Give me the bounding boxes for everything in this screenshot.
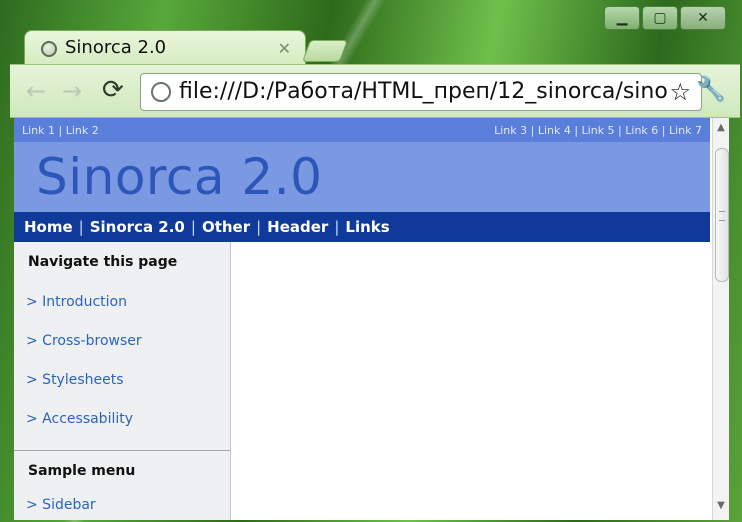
- site-header: Sinorca 2.0: [14, 142, 710, 212]
- browser-toolbar: ← → ⟳ file:///D:/Работа/HTML_преп/12_sin…: [10, 64, 740, 118]
- forward-arrow-icon[interactable]: →: [62, 77, 82, 105]
- back-arrow-icon[interactable]: ←: [26, 77, 46, 105]
- page-content: Navigate this page > Introduction > Cros…: [14, 242, 710, 520]
- minimize-button[interactable]: ▁: [604, 6, 640, 30]
- wrench-icon[interactable]: 🔧: [696, 75, 726, 103]
- url-text[interactable]: file:///D:/Работа/HTML_преп/12_sinorca/s…: [179, 79, 669, 104]
- sidebar-divider: [14, 450, 230, 451]
- browser-window: Sinorca 2.0 ✕ ▁ ▢ ✕ ← → ⟳ file:///D:/Раб…: [0, 0, 742, 522]
- nav-home[interactable]: Home: [24, 218, 73, 236]
- page-viewport: Link 1 | Link 2 Link 3 | Link 4 | Link 5…: [14, 118, 726, 520]
- sidebar-link-sidebar[interactable]: > Sidebar: [26, 485, 230, 520]
- web-page: Link 1 | Link 2 Link 3 | Link 4 | Link 5…: [14, 118, 710, 520]
- sidebar-section-title: Navigate this page: [28, 254, 178, 270]
- reload-icon[interactable]: ⟳: [102, 75, 124, 105]
- top-links-bar: Link 1 | Link 2 Link 3 | Link 4 | Link 5…: [14, 118, 710, 142]
- maximize-button[interactable]: ▢: [642, 6, 678, 30]
- bookmark-star-icon[interactable]: ☆: [669, 78, 691, 106]
- close-window-button[interactable]: ✕: [680, 6, 726, 30]
- sidebar-section-title-2: Sample menu: [28, 463, 136, 479]
- scroll-down-icon[interactable]: ▼: [715, 500, 727, 514]
- close-icon[interactable]: ✕: [278, 39, 291, 58]
- nav-links[interactable]: Links: [345, 218, 389, 236]
- nav-header[interactable]: Header: [267, 218, 328, 236]
- nav-sinorca[interactable]: Sinorca 2.0: [90, 218, 185, 236]
- window-controls: ▁ ▢ ✕: [604, 6, 726, 30]
- title-bar: Sinorca 2.0 ✕ ▁ ▢ ✕: [0, 0, 742, 65]
- sidebar-link-cross-browser[interactable]: > Cross-browser: [26, 321, 230, 360]
- browser-tab[interactable]: Sinorca 2.0 ✕: [24, 30, 306, 65]
- top-links-left[interactable]: Link 1 | Link 2: [22, 124, 99, 137]
- site-title: Sinorca 2.0: [36, 148, 323, 206]
- sidebar-link-accessability[interactable]: > Accessability: [26, 399, 230, 438]
- nav-other[interactable]: Other: [202, 218, 250, 236]
- main-content: [231, 242, 710, 520]
- main-navigation: Home | Sinorca 2.0 | Other | Header | Links: [14, 212, 710, 242]
- sidebar-link-stylesheets[interactable]: > Stylesheets: [26, 360, 230, 399]
- address-bar[interactable]: file:///D:/Работа/HTML_преп/12_sinorca/s…: [140, 73, 702, 111]
- tab-title: Sinorca 2.0: [65, 37, 167, 58]
- sidebar-link-introduction[interactable]: > Introduction: [26, 282, 230, 321]
- sidebar-section-2-links: > Sidebar: [14, 485, 230, 520]
- top-links-right[interactable]: Link 3 | Link 4 | Link 5 | Link 6 | Link…: [494, 124, 702, 137]
- new-tab-button[interactable]: [301, 40, 349, 62]
- scroll-thumb[interactable]: [715, 148, 729, 282]
- globe-icon: [41, 41, 57, 57]
- grip-icon: [719, 211, 725, 221]
- sidebar: Navigate this page > Introduction > Cros…: [14, 242, 231, 520]
- sidebar-section-links: > Introduction > Cross-browser > Stylesh…: [14, 282, 230, 438]
- scroll-up-icon[interactable]: ▲: [715, 122, 727, 136]
- vertical-scrollbar[interactable]: ▲ ▼: [712, 118, 729, 520]
- page-icon: [151, 82, 171, 102]
